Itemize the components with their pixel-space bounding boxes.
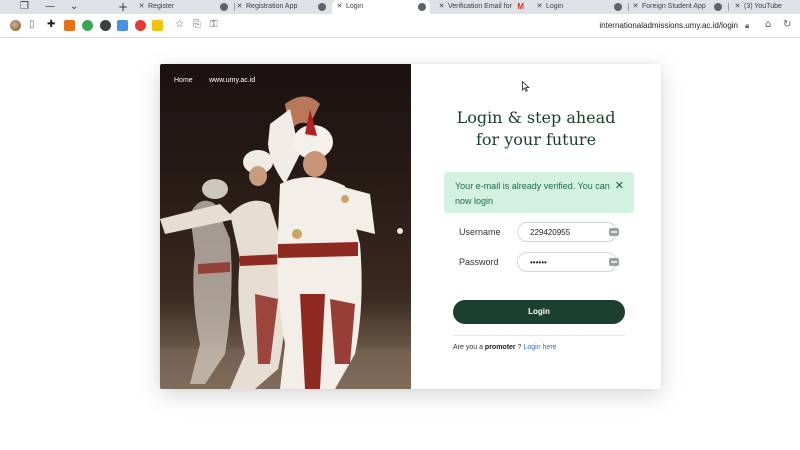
opera-extension-icon[interactable] <box>135 20 146 31</box>
globe-icon <box>614 3 622 11</box>
tab-login[interactable]: ✕ Login <box>532 0 626 14</box>
tab-login-active[interactable]: ✕ Login <box>332 0 430 14</box>
nav-umy-link[interactable]: www.umy.ac.id <box>209 77 255 84</box>
login-form: Login & step ahead for your future Your … <box>411 64 661 389</box>
username-label: Username <box>459 227 501 237</box>
close-tab-icon[interactable]: ✕ <box>438 0 445 14</box>
promoter-login-link[interactable]: Login here <box>523 344 556 351</box>
alert-message: Your e-mail is already verified. You can… <box>455 181 610 206</box>
clipboard-icon[interactable]: ⎘ <box>193 19 201 31</box>
tab-separator <box>628 3 629 11</box>
extensions-puzzle-icon[interactable]: ✚ <box>47 19 55 31</box>
tab-registration-app[interactable]: ✕ Registration App <box>236 0 330 14</box>
key-icon[interactable]: ⚿ <box>210 19 218 31</box>
close-tab-icon[interactable]: ✕ <box>236 0 243 14</box>
promoter-line: Are you a promoter ? Login here <box>453 344 557 351</box>
shield-extension-icon[interactable] <box>64 20 75 31</box>
browser-toolbar: ▯ ✚ ☆ ⎘ ⚿ internationaladmissions.umy.ac… <box>0 14 800 38</box>
tab-register[interactable]: ✕ Register <box>138 0 232 14</box>
tab-separator <box>728 3 729 11</box>
login-card: Home www.umy.ac.id Login & step ahead fo… <box>160 64 661 389</box>
tab-verification-email[interactable]: ✕ Verification Email for M <box>434 0 528 14</box>
dark-extension-icon[interactable] <box>100 20 111 31</box>
password-input[interactable] <box>517 252 617 272</box>
alert-close-icon[interactable]: ✕ <box>615 179 624 193</box>
login-headline-line2: for your future <box>475 130 597 149</box>
reload-icon[interactable]: ↻ <box>783 19 791 31</box>
username-input[interactable] <box>517 222 617 242</box>
globe-icon <box>220 3 228 11</box>
globe-icon <box>318 3 326 11</box>
bookmark-star-icon[interactable]: ☆ <box>175 19 184 31</box>
close-tab-icon[interactable]: ✕ <box>632 0 639 14</box>
profile-avatar-icon[interactable] <box>10 20 21 31</box>
login-headline-line1: Login & step ahead <box>456 108 616 127</box>
tab-strip: ❐ — ⌄ + ✕ Register ✕ Registration App ✕ Log… <box>0 0 800 14</box>
mouse-cursor-icon <box>522 81 530 92</box>
globe-icon <box>418 3 426 11</box>
tab-foreign-student-app[interactable]: ✕ Foreign Student App <box>630 0 726 14</box>
yellow-extension-icon[interactable] <box>152 20 163 31</box>
address-bar-url[interactable]: internationaladmissions.umy.ac.id/login <box>599 21 738 30</box>
lock-icon: 🔒︎ <box>745 21 750 30</box>
gmail-icon: M <box>517 2 524 11</box>
new-tab-button[interactable]: + <box>118 1 128 13</box>
password-manager-icon[interactable] <box>609 228 619 236</box>
login-submit-button[interactable]: Login <box>453 300 625 324</box>
password-manager-icon[interactable] <box>609 258 619 266</box>
home-icon[interactable]: ⌂ <box>765 19 771 31</box>
restore-window-icon[interactable]: ❐ <box>20 1 29 13</box>
side-panel-icon[interactable]: ▯ <box>29 19 35 31</box>
green-extension-icon[interactable] <box>82 20 93 31</box>
hero-photo: Home www.umy.ac.id <box>160 64 411 389</box>
close-tab-icon[interactable]: ✕ <box>336 0 343 14</box>
tab-separator <box>234 3 235 11</box>
close-tab-icon[interactable]: ✕ <box>536 0 543 14</box>
globe-icon <box>714 3 722 11</box>
nav-home-link[interactable]: Home <box>174 77 193 84</box>
tab-search-icon[interactable]: ⌄ <box>70 1 78 13</box>
dancers-illustration <box>160 96 411 389</box>
close-tab-icon[interactable]: ✕ <box>138 0 145 14</box>
tab-youtube[interactable]: ✕ (3) YouTube <box>730 0 800 14</box>
form-divider <box>453 335 625 336</box>
minimize-icon[interactable]: — <box>45 1 55 13</box>
password-label: Password <box>459 257 499 267</box>
close-tab-icon[interactable]: ✕ <box>734 0 741 14</box>
verification-alert: Your e-mail is already verified. You can… <box>444 172 634 213</box>
blue-extension-icon[interactable] <box>117 20 128 31</box>
